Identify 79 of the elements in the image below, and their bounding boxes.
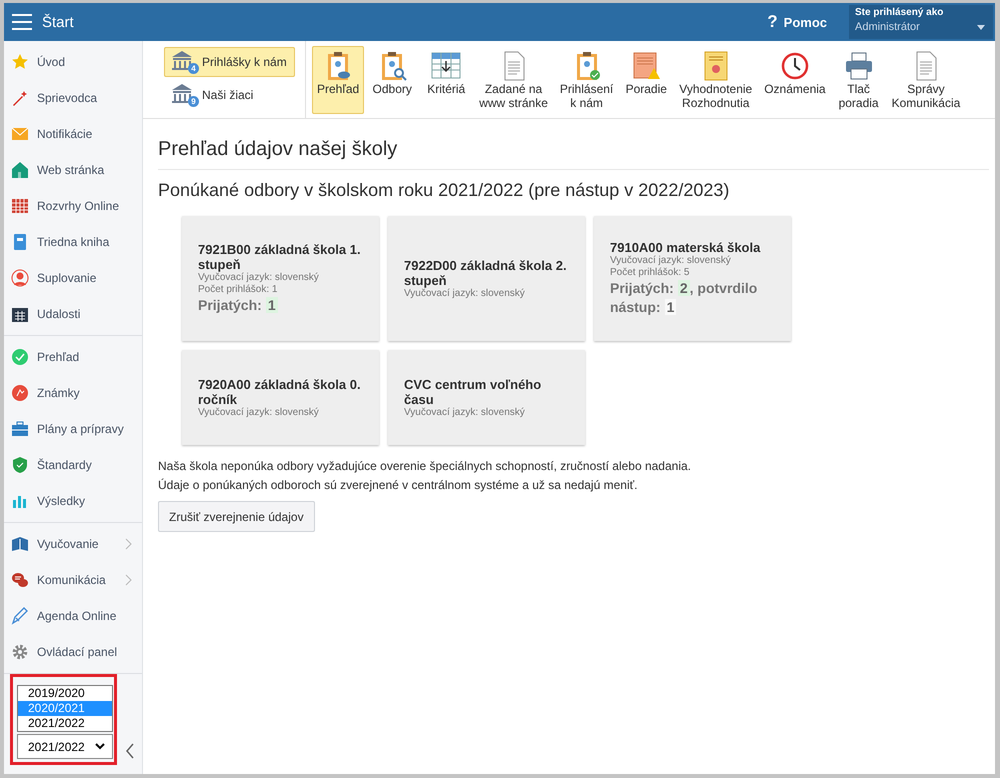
person-icon [11, 269, 29, 287]
caret-icon [977, 25, 985, 30]
user-label: Ste prihlásený ako [855, 7, 944, 18]
section-heading: Ponúkané odbory v školskom roku 2021/2022 (pre nástup v 2022/2023) [158, 180, 730, 201]
sidebar-item[interactable]: Sprievodca [4, 80, 142, 116]
program-detail: Počet prihlášok: 1 [198, 284, 278, 296]
info-text: Údaje o ponúkaných odboroch sú zverejnené v centrálnom systéme a už sa nedajú meniť. [158, 477, 638, 494]
program-title: 7920A00 základná škola 0. ročník [198, 376, 362, 406]
shield-icon [11, 456, 29, 474]
module-button[interactable]: 4 Prihlášky k nám [164, 47, 295, 77]
program-detail: Vyučovací jazyk: slovenský [404, 406, 526, 418]
page-title: Štart [42, 14, 74, 30]
bank-icon [171, 83, 193, 104]
wand-icon [11, 89, 29, 107]
sidebar-item[interactable]: Štandardy [4, 447, 142, 483]
star-icon [11, 53, 29, 71]
program-detail: Vyučovací jazyk: slovenský [610, 255, 732, 267]
toolbar-button[interactable]: Poradie [620, 46, 672, 114]
chat-icon [11, 571, 29, 589]
count-badge: 9 [188, 96, 199, 107]
toolbar-button[interactable]: Zadané na www stránke [474, 46, 553, 114]
sidebar-item[interactable]: Web stránka [4, 152, 142, 188]
sidebar-item[interactable]: Známky [4, 375, 142, 411]
toolbar-button[interactable]: Prehľad [312, 46, 364, 114]
sidebar-item[interactable]: Suplovanie [4, 260, 142, 296]
year-select[interactable]: 2021/2022 [17, 734, 113, 759]
sidebar-item[interactable]: Prehľad [4, 339, 142, 375]
program-title: 7910A00 materská škola [610, 240, 762, 255]
program-title: 7922D00 základná škola 2. stupeň [404, 258, 568, 288]
user-name: Administrátor [855, 21, 920, 33]
program-detail: Vyučovací jazyk: slovenský [198, 406, 320, 418]
menu-icon[interactable] [12, 14, 32, 30]
sidebar-item[interactable]: Agenda Online [4, 598, 142, 634]
calendar-icon [11, 305, 29, 323]
sidebar-item[interactable]: Triedna kniha [4, 224, 142, 260]
briefcase-icon [11, 420, 29, 438]
sidebar-item[interactable]: Výsledky [4, 483, 142, 519]
sidebar-item[interactable]: Ovládací panel [4, 634, 142, 670]
module-button[interactable]: 9 Naši žiaci [164, 80, 262, 110]
check-icon [11, 348, 29, 366]
collapse-icon[interactable] [125, 743, 135, 759]
page-heading: Prehľad údajov našej školy [158, 119, 989, 170]
book-icon [11, 233, 29, 251]
sidebar-item[interactable]: Notifikácie [4, 116, 142, 152]
toolbar-button[interactable]: Správy Komunikácia [886, 46, 966, 114]
count-badge: 4 [188, 63, 199, 74]
help-link[interactable]: Pomoc [784, 14, 827, 30]
openbook-icon [11, 535, 29, 553]
unpublish-button[interactable]: Zrušiť zverejnenie údajov [158, 501, 315, 532]
bank-icon [171, 50, 193, 71]
pen-icon [11, 607, 29, 625]
program-title: 7921B00 základná škola 1. stupeň [198, 242, 362, 272]
toolbar-button[interactable]: Prihlásení k nám [554, 46, 618, 114]
toolbar-button[interactable]: Kritériá [420, 46, 472, 114]
house-icon [11, 161, 29, 179]
grade-icon [11, 384, 29, 402]
info-text: Naša škola neponúka odbory vyžadujúce overenie špeciálnych schopností, zručností alebo nadania. [158, 458, 692, 475]
user-menu[interactable]: Ste prihlásený ako Administrátor [849, 5, 993, 39]
sidebar-item[interactable]: Úvod [4, 44, 142, 80]
sidebar-item[interactable]: Udalosti [4, 296, 142, 332]
sidebar-item[interactable]: Vyučovanie [4, 526, 142, 562]
program-detail: Počet prihlášok: 5 [610, 267, 690, 279]
admission-summary: Prijatých: 1 [198, 296, 279, 315]
chevron-down-icon [94, 743, 105, 750]
toolbar-button[interactable]: Odbory [366, 46, 418, 114]
sidebar-item[interactable]: Plány a prípravy [4, 411, 142, 447]
help-icon[interactable]: ? [767, 12, 778, 32]
sidebar-item[interactable]: Komunikácia [4, 562, 142, 598]
mail-icon [11, 125, 29, 143]
gear-icon [11, 643, 29, 661]
program-detail: Vyučovací jazyk: slovenský [404, 288, 526, 300]
program-detail: Vyučovací jazyk: slovenský [198, 272, 320, 284]
sidebar-item[interactable]: Rozvrhy Online [4, 188, 142, 224]
program-title: CVC centrum voľného času [404, 376, 542, 406]
toolbar-button[interactable]: Tlač poradia [832, 46, 885, 114]
toolbar-button[interactable]: Vyhodnotenie Rozhodnutia [674, 46, 758, 114]
grid-icon [11, 197, 29, 215]
toolbar-button[interactable]: Oznámenia [759, 46, 831, 114]
admission-summary: Prijatých: 2, potvrdilo nástup: 1 [610, 279, 758, 317]
